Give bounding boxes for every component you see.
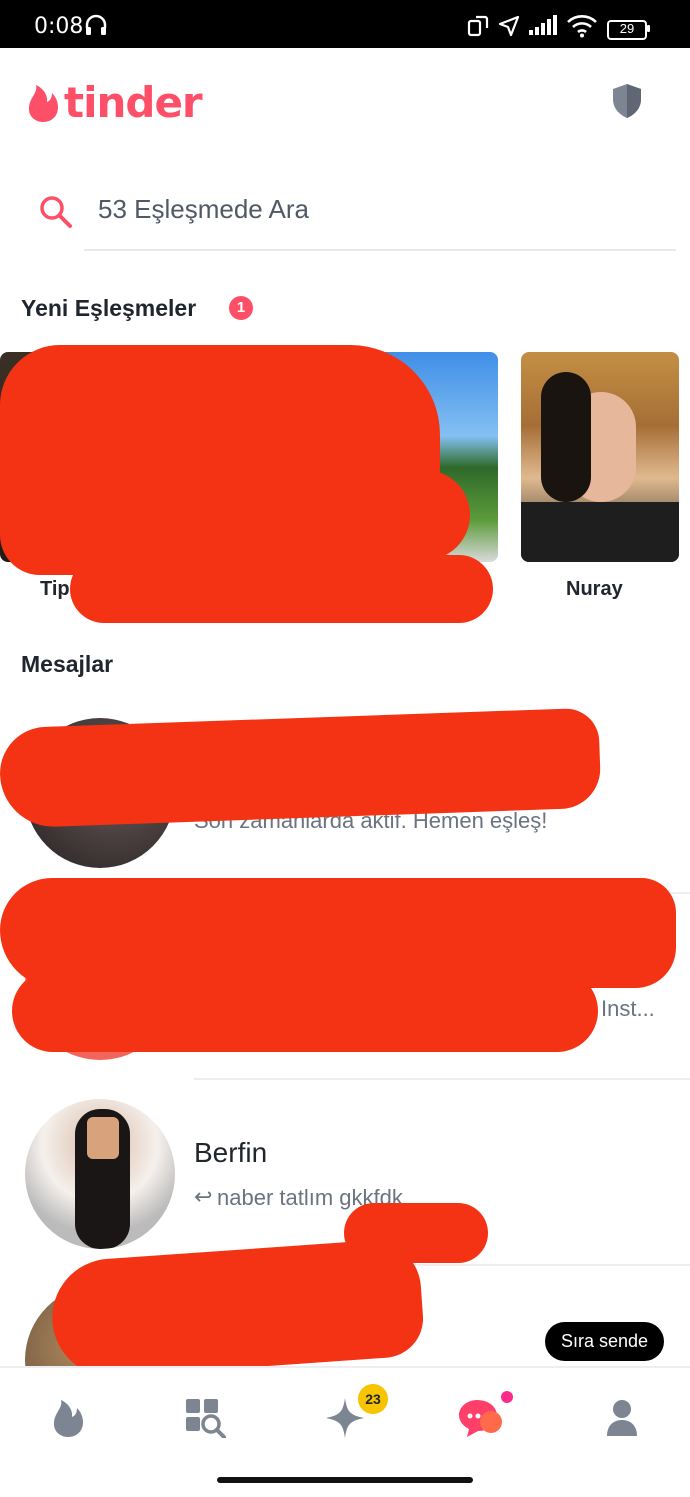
- headphones-icon: [85, 14, 107, 35]
- status-bar: 0:08 29: [0, 0, 690, 48]
- home-indicator[interactable]: [217, 1477, 473, 1483]
- redaction-mark: [48, 1237, 426, 1381]
- safety-shield-icon[interactable]: [610, 82, 644, 120]
- explore-icon[interactable]: [185, 1398, 227, 1438]
- new-matches-title: Yeni Eşleşmeler: [21, 295, 197, 321]
- redaction-mark: [70, 555, 493, 623]
- tinder-flame-icon: [28, 84, 58, 122]
- new-matches-badge: 1: [229, 296, 253, 320]
- wifi-icon: [567, 15, 597, 38]
- new-message-dot: [501, 1391, 513, 1403]
- avatar[interactable]: [25, 1099, 175, 1249]
- logo-text: tinder: [64, 78, 203, 127]
- message-sender-name: Berfin: [194, 1137, 268, 1168]
- divider: [194, 1078, 690, 1080]
- redaction-mark: [40, 470, 470, 560]
- status-time: 0:08: [34, 14, 84, 39]
- flame-icon[interactable]: [50, 1398, 86, 1438]
- search-icon: [40, 196, 72, 228]
- chat-icon[interactable]: [457, 1396, 509, 1440]
- likes-count-badge: 23: [358, 1384, 388, 1414]
- messages-title: Mesajlar: [21, 651, 114, 677]
- tinder-logo: tinder: [26, 78, 203, 127]
- profile-icon[interactable]: [605, 1398, 639, 1438]
- reply-arrow-icon: ↩: [194, 1184, 213, 1209]
- match-card[interactable]: [521, 352, 679, 562]
- message-preview: Inst...: [601, 996, 655, 1021]
- redaction-mark: [0, 707, 602, 829]
- match-name: Nuray: [566, 578, 623, 600]
- cellular-signal-icon: [529, 15, 557, 35]
- search-input[interactable]: 53 Eşleşmede Ara: [98, 194, 309, 225]
- redaction-mark: [12, 970, 598, 1052]
- location-arrow-icon: [498, 15, 520, 37]
- battery-icon: 29: [607, 20, 647, 40]
- app-header: tinder: [0, 48, 690, 158]
- match-name: Tip: [40, 578, 70, 600]
- search-underline: [84, 249, 676, 251]
- your-turn-label[interactable]: Sıra sende: [545, 1322, 664, 1361]
- battery-level: 29: [619, 21, 635, 36]
- rotate-icon: [467, 15, 489, 37]
